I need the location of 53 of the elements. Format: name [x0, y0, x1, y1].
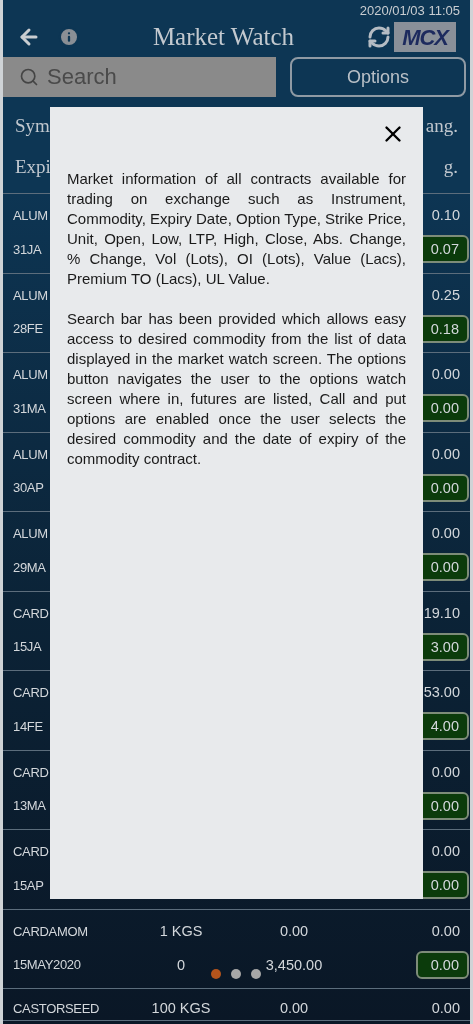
- symbol-text: CARD: [13, 764, 49, 780]
- abs-change-text: 19.10: [423, 604, 460, 621]
- expiry-text: 28FE: [13, 321, 43, 336]
- abs-change-text: 53.00: [423, 684, 460, 700]
- expiry-text: 31JA: [13, 241, 42, 257]
- p-close-text: 3,450.00: [265, 956, 323, 973]
- price-unit-text: 1 KGS: [159, 922, 203, 939]
- expiry-text: 14FE: [13, 718, 43, 734]
- abs-change-text: 0.00: [431, 922, 460, 939]
- symbol-text: ALUM: [13, 208, 48, 223]
- abs-change-text: 0.10: [431, 207, 460, 223]
- expiry-text: 29MA: [13, 559, 46, 575]
- abs-change-text: 0.00: [431, 445, 460, 462]
- symbol-text: ALUM: [13, 446, 48, 462]
- price-unit-text: 100 KGS: [151, 1000, 211, 1016]
- symbol-text: CARDAMOM: [13, 923, 88, 939]
- symbol-text: ALUM: [13, 526, 48, 541]
- expiry-text: 15AP: [13, 877, 44, 893]
- help-paragraph: Market information of all contracts available for trading on exchange such as Instrument, Commodity, Expiry Date, Option Type, Strike Price, Unit, Open, Low, LTP, High, Close, Abs. Change, % Change, Vol (Lots), OI (Lots), Value (Lacs), Premium TO (Lacs), UL Value.: [67, 169, 406, 289]
- abs-change-text: 0.00: [431, 763, 460, 780]
- search-field[interactable]: Search: [3, 57, 276, 97]
- symbol-text: CARD: [13, 605, 49, 621]
- symbol-text: CARD: [13, 685, 49, 700]
- symbol-text: CASTORSEED: [13, 1001, 100, 1016]
- symbol-text: ALUM: [13, 367, 48, 382]
- refresh-icon[interactable]: [367, 25, 391, 49]
- expiry-text: 15JA: [13, 639, 42, 654]
- symbol-text: ALUM: [13, 287, 48, 303]
- search-icon: [19, 67, 39, 87]
- column-header: ang.: [425, 115, 458, 136]
- page-title: Market Watch: [152, 22, 295, 53]
- column-header: g.: [443, 155, 458, 177]
- status-time: 2020/01/03 11:05: [359, 2, 460, 18]
- column-header: Sym: [15, 115, 50, 136]
- help-paragraph: Search bar has been provided which allows easy access to desired commodity from the list of data displayed in the market watch screen. The options button navigates the user to the options watch screen where in, futures are listed, Call and put options are enabled once the user selects the desired commodity and the date of expiry of the commodity contract.: [67, 309, 406, 469]
- abs-change-text: 0.00: [431, 525, 460, 541]
- expiry-text: 15MAY2020: [13, 957, 81, 972]
- oi-text: 0: [176, 956, 186, 973]
- ltp-text: 0.00: [279, 1000, 309, 1016]
- abs-change-text: 0.00: [431, 843, 460, 859]
- column-header: Expi: [15, 155, 51, 177]
- abs-change-text: 0.00: [431, 1000, 460, 1016]
- symbol-text: CARD: [13, 844, 49, 859]
- percent-change-badge: 0.00: [416, 950, 469, 979]
- abs-change-text: 0.25: [431, 286, 460, 303]
- logo: MCX: [394, 22, 456, 52]
- info-icon[interactable]: [58, 26, 80, 48]
- expiry-text: 31MA: [13, 400, 46, 416]
- expiry-text: 30AP: [13, 480, 44, 495]
- abs-change-text: 0.00: [431, 366, 460, 382]
- options-button[interactable]: Options: [290, 57, 466, 97]
- ltp-text: 0.00: [279, 922, 309, 939]
- expiry-text: 13MA: [13, 798, 46, 813]
